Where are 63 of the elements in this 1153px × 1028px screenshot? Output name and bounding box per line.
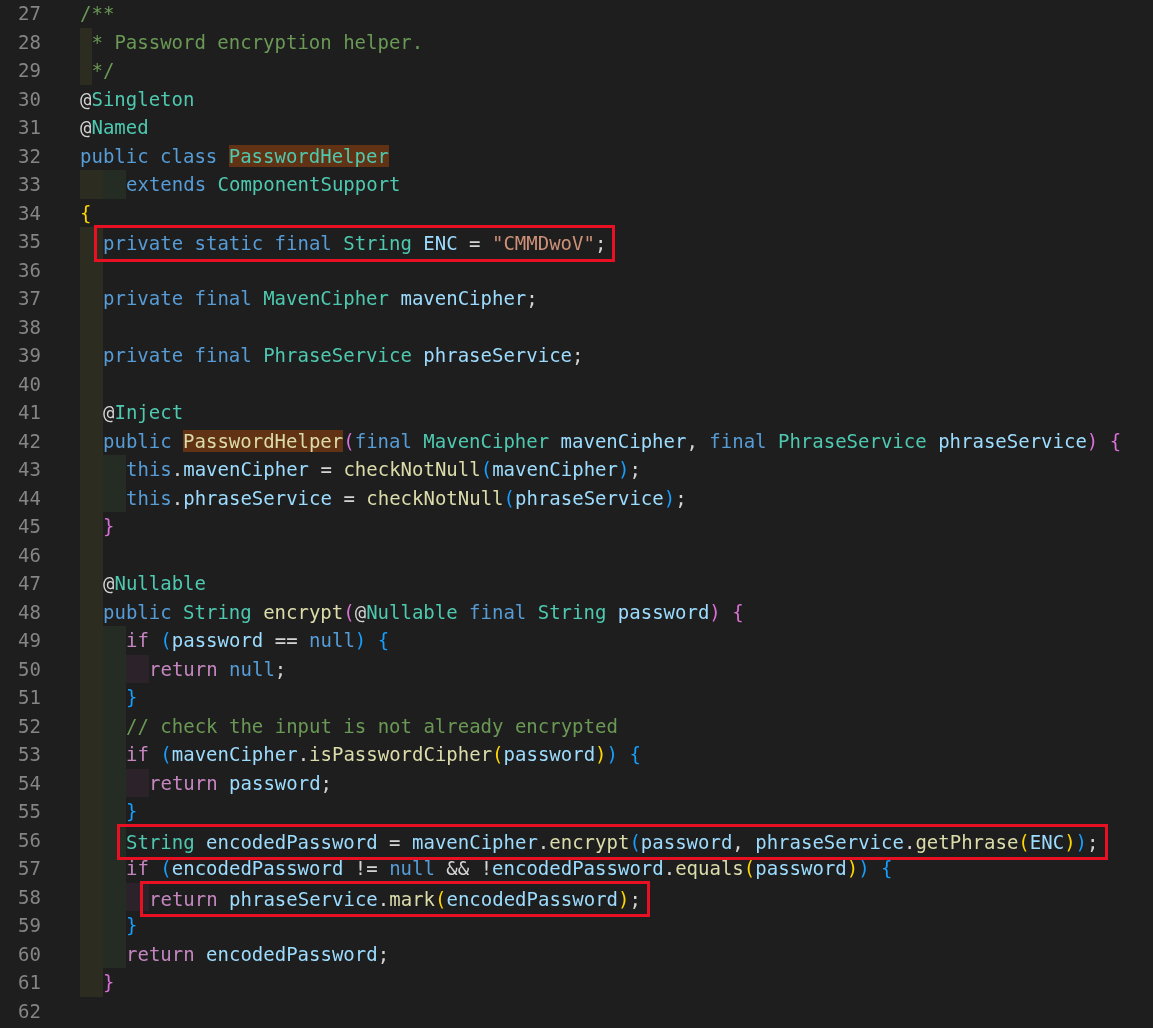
line-number: 36 [17,257,41,283]
code-line: @Named [80,115,149,140]
line-number: 59 [17,913,41,938]
code-line: * Password encryption helper. [91,29,424,55]
code-line: return password; [149,770,333,796]
code-line: @Singleton [80,86,195,112]
code-line: public class PasswordHelper [80,143,389,169]
code-line: } [126,799,138,824]
line-number: 62 [17,998,41,1024]
code-line: return encodedPassword; [126,941,390,967]
line-number: 51 [17,685,41,710]
line-number: 40 [17,371,41,397]
line-number: 44 [17,485,41,511]
line-number: 48 [17,599,41,625]
code-line: this.phraseService = checkNotNull(phraseService); [126,485,687,511]
code-line: @Nullable [103,571,206,596]
line-number: 54 [17,770,41,796]
line-number: 34 [17,200,41,226]
line-number: 28 [17,29,41,55]
code-line: */ [91,58,115,83]
line-number: 58 [17,884,41,910]
line-number: 47 [17,571,41,596]
line-number: 52 [17,713,41,739]
code-line: } [126,913,138,938]
code-line: if (mavenCipher.isPasswordCipher(password)) { [126,742,641,767]
code-line: private final PhraseService phraseService; [103,343,584,368]
line-number: 30 [17,86,41,112]
code-line: /** [80,1,115,26]
line-number: 33 [17,172,41,197]
code-line: private final MavenCipher mavenCipher; [103,286,538,311]
line-number: 37 [17,286,41,311]
line-number: 61 [17,970,41,995]
code-line: return null; [149,656,287,682]
code-line: } [103,970,115,995]
line-number: 49 [17,628,41,653]
code-line: if (password == null) { [126,628,390,653]
code-line: public String encrypt(@Nullable final String password) { [103,599,744,625]
line-number: 27 [17,1,41,26]
line-number: 29 [17,58,41,83]
code-line: extends ComponentSupport [126,172,401,197]
code-line: // check the input is not already encrypted [126,713,618,739]
code-line: public PasswordHelper(final MavenCipher mavenCipher, final PhraseService phraseService) { [103,428,1122,454]
line-number: 56 [17,827,41,853]
line-number: 45 [17,514,41,539]
line-number: 60 [17,941,41,967]
code-line: } [103,514,115,539]
line-number: 53 [17,742,41,767]
code-line: { [80,200,92,226]
line-number: 38 [17,314,41,340]
line-number: 57 [17,856,41,881]
line-number: 43 [17,457,41,482]
code-line: } [126,685,138,710]
code-line: @Inject [103,400,184,425]
line-number: 39 [17,343,41,368]
line-number: 42 [17,428,41,454]
line-number: 50 [17,656,41,682]
line-number: 31 [17,115,41,140]
line-number: 35 [17,229,41,254]
line-number: 46 [17,542,41,568]
line-number: 32 [17,143,41,169]
line-number: 41 [17,400,41,425]
code-line: this.mavenCipher = checkNotNull(mavenCipher); [126,457,641,482]
line-number: 55 [17,799,41,824]
